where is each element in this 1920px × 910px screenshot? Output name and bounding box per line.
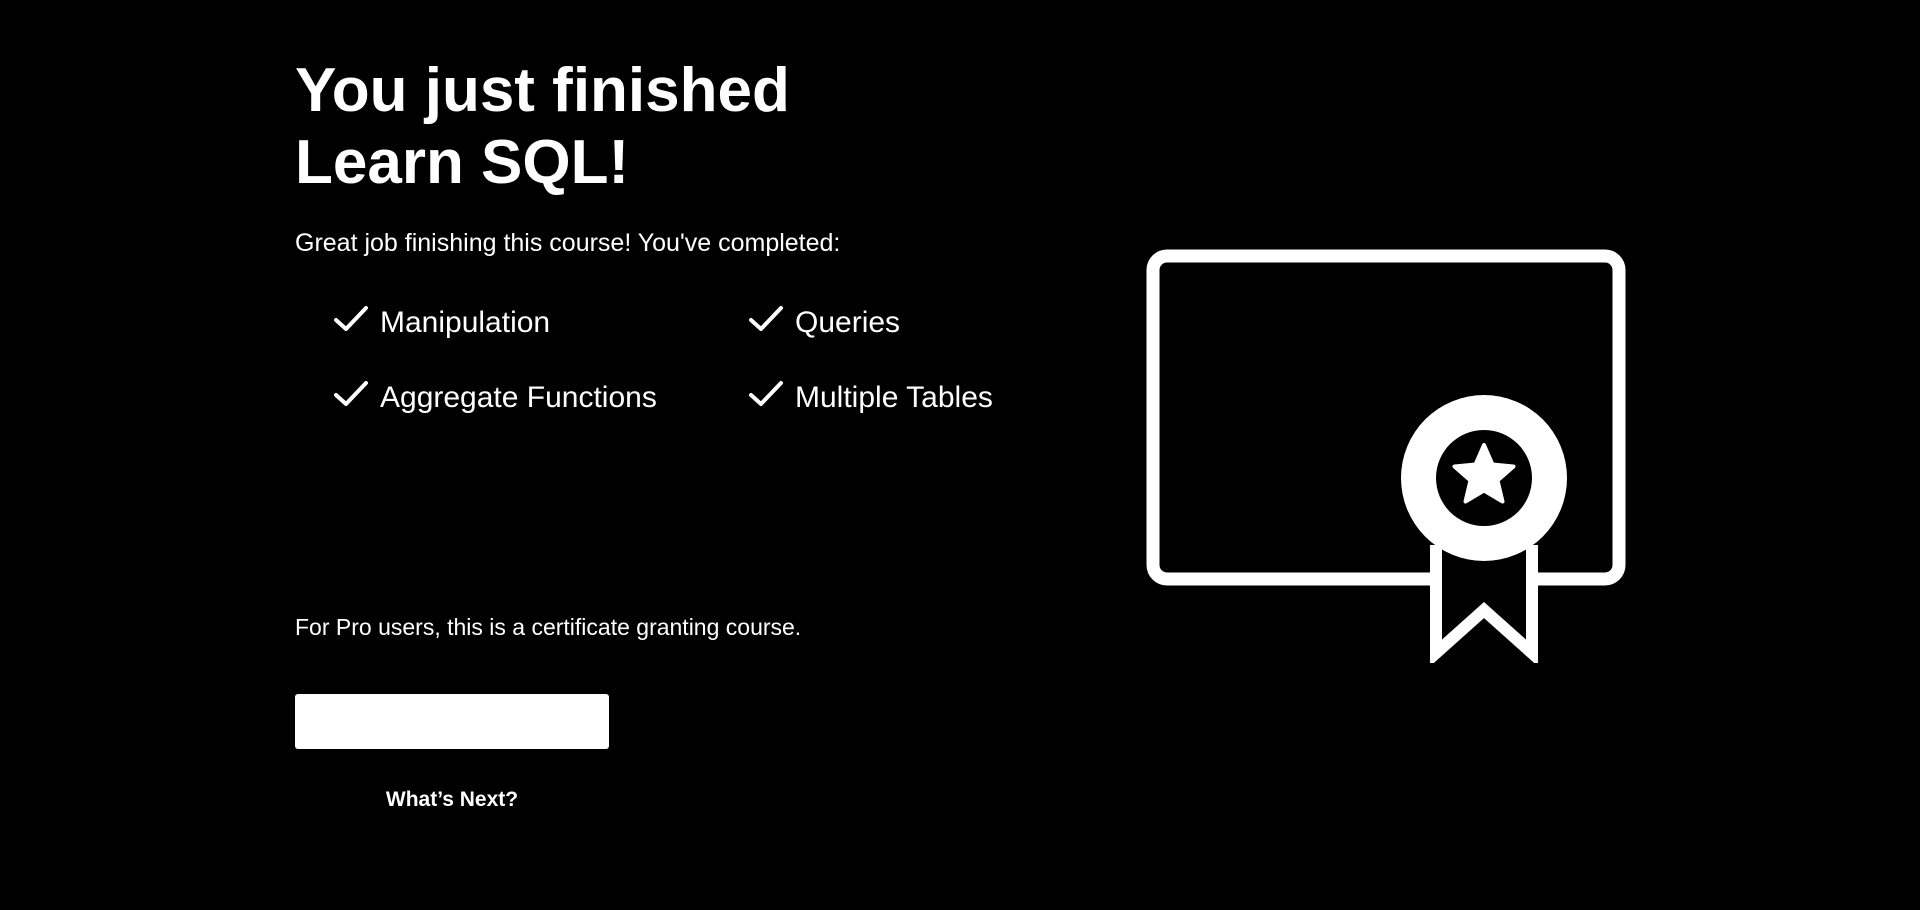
completed-module-multiple-tables: Multiple Tables xyxy=(748,378,1048,418)
title-line-1: You just finished xyxy=(295,56,790,125)
primary-action-button[interactable] xyxy=(295,694,609,749)
page-title: You just finished Learn SQL! xyxy=(295,55,995,199)
title-line-2: Learn SQL! xyxy=(295,128,630,197)
module-label: Manipulation xyxy=(380,306,551,339)
certificate-icon xyxy=(1146,249,1626,663)
check-icon xyxy=(749,381,783,406)
whats-next-link[interactable]: What’s Next? xyxy=(295,785,609,815)
course-complete-page: You just finished Learn SQL! Great job f… xyxy=(0,0,1920,910)
check-icon xyxy=(334,381,368,406)
completed-modules-list: Manipulation Queries Aggregate Functions… xyxy=(333,303,1053,418)
completed-module-aggregate-functions: Aggregate Functions xyxy=(333,378,748,418)
certificate-note: For Pro users, this is a certificate gra… xyxy=(295,614,802,640)
check-icon xyxy=(334,306,368,331)
module-label: Queries xyxy=(795,306,901,339)
module-label: Multiple Tables xyxy=(795,381,993,414)
module-label: Aggregate Functions xyxy=(380,381,657,414)
completion-intro: Great job finishing this course! You've … xyxy=(295,229,841,257)
completed-module-manipulation: Manipulation xyxy=(333,303,748,343)
completed-module-queries: Queries xyxy=(748,303,1048,343)
check-icon xyxy=(749,306,783,331)
